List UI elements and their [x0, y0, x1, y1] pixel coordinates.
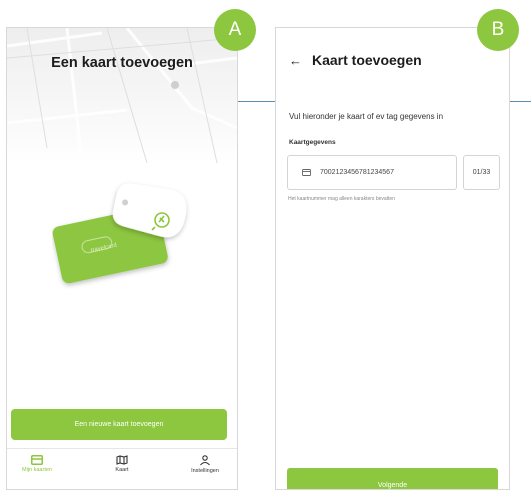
card-icon [31, 455, 43, 465]
nav-item-settings[interactable]: Instellingen [175, 455, 235, 474]
expiry-field[interactable]: 01/33 [463, 155, 500, 190]
section-label: Kaartgegevens [289, 139, 336, 146]
bottom-navigation: Mijn kaarten Kaart Instellingen [7, 448, 237, 489]
add-new-card-button[interactable]: Een nieuwe kaart toevoegen [11, 409, 227, 440]
map-pin-icon [171, 81, 179, 89]
screen-a-my-cards: Een kaart toevoegen travelcard Een nieuw… [6, 27, 238, 490]
map-icon [116, 455, 128, 465]
card-number-value: 7002123456781234567 [320, 169, 394, 176]
nav-item-map[interactable]: Kaart [92, 455, 152, 473]
nav-item-my-cards[interactable]: Mijn kaarten [7, 455, 67, 473]
header: ← Kaart toevoegen [289, 52, 422, 68]
map-streets [7, 28, 237, 164]
screen-b-add-card: ← Kaart toevoegen Vul hieronder je kaart… [275, 27, 510, 490]
map-background [7, 28, 237, 164]
card-icon [302, 169, 311, 176]
badge-a: A [214, 9, 256, 51]
person-icon [200, 455, 210, 466]
expiry-value: 01/33 [472, 169, 491, 176]
page-title: Kaart toevoegen [312, 52, 422, 68]
connector-line-left [236, 101, 275, 102]
page-title: Een kaart toevoegen [51, 55, 193, 71]
nav-label-map: Kaart [115, 467, 129, 473]
card-illustration: travelcard [52, 180, 202, 290]
arrow-left-icon[interactable]: ← [289, 53, 302, 68]
instruction-text: Vul hieronder je kaart of ev tag gegeven… [289, 112, 444, 121]
card-number-field[interactable]: 7002123456781234567 [287, 155, 457, 190]
card-number-hint: Het kaartnummer mag alleen karakters bev… [288, 196, 395, 202]
connector-line-right [508, 101, 531, 102]
nav-label-my-cards: Mijn kaarten [22, 467, 52, 473]
nav-label-settings: Instellingen [191, 468, 219, 474]
next-button[interactable]: Volgende [287, 468, 498, 489]
badge-b: B [477, 9, 519, 51]
